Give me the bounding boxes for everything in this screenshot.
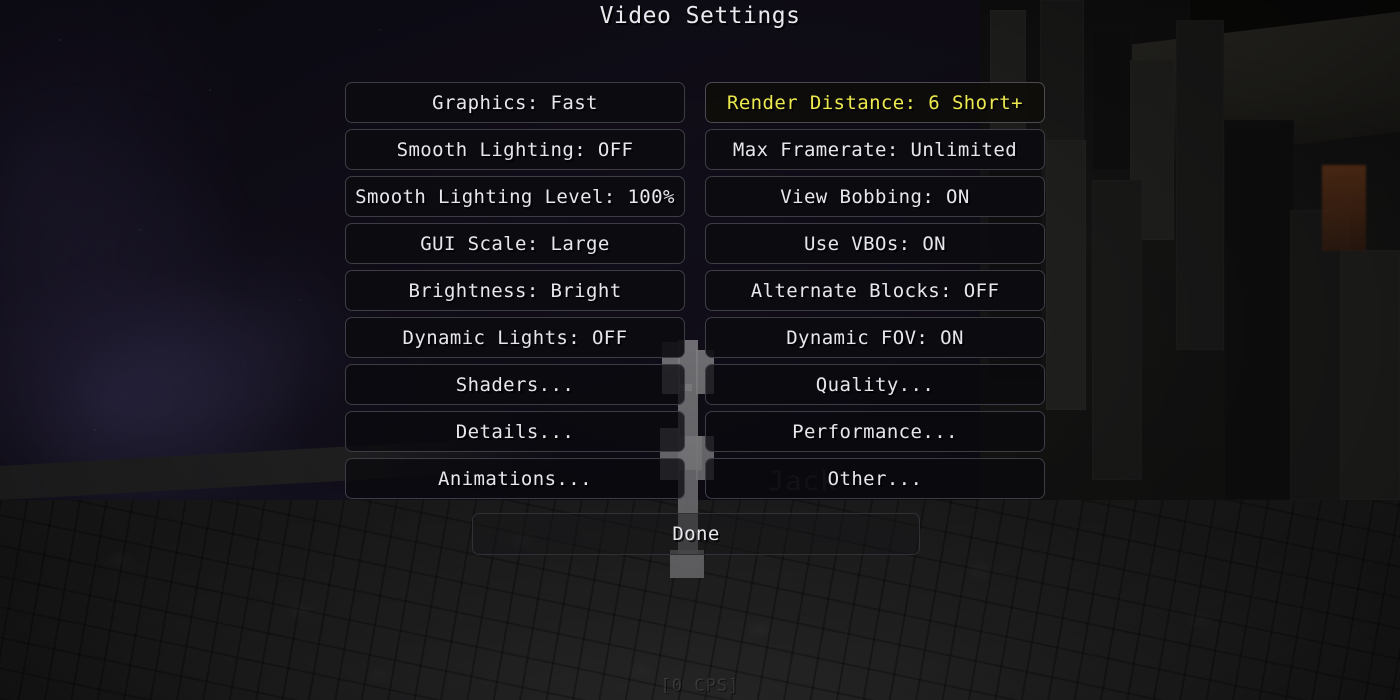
done-button-wrap: Done [472, 513, 920, 555]
option-button-performance[interactable]: Performance... [705, 411, 1045, 452]
option-button-smooth-lighting-level[interactable]: Smooth Lighting Level: 100% [345, 176, 685, 217]
cps-counter: [0 CPS] [660, 676, 740, 696]
option-button-alternate-blocks[interactable]: Alternate Blocks: OFF [705, 270, 1045, 311]
option-button-view-bobbing[interactable]: View Bobbing: ON [705, 176, 1045, 217]
option-button-render-distance[interactable]: Render Distance: 6 Short+ [705, 82, 1045, 123]
done-button[interactable]: Done [472, 513, 920, 555]
option-button-graphics[interactable]: Graphics: Fast [345, 82, 685, 123]
options-column-right: Render Distance: 6 Short+ Max Framerate: … [705, 82, 1045, 505]
option-button-other[interactable]: Other... [705, 458, 1045, 499]
option-button-gui-scale[interactable]: GUI Scale: Large [345, 223, 685, 264]
options-column-left: Graphics: Fast Smooth Lighting: OFF Smooth… [345, 82, 685, 505]
option-button-shaders[interactable]: Shaders... [345, 364, 685, 405]
video-settings-screen: Jack Video Settings Graphics: FastSmooth… [0, 0, 1400, 700]
page-title: Video Settings [599, 3, 801, 29]
option-button-quality[interactable]: Quality... [705, 364, 1045, 405]
settings-menu: Video Settings Graphics: Fast Smooth Ligh… [0, 0, 1400, 700]
option-button-dynamic-lights[interactable]: Dynamic Lights: OFF [345, 317, 685, 358]
option-button-details[interactable]: Details... [345, 411, 685, 452]
option-button-max-framerate[interactable]: Max Framerate: Unlimited [705, 129, 1045, 170]
option-button-brightness[interactable]: Brightness: Bright [345, 270, 685, 311]
option-button-smooth-lighting[interactable]: Smooth Lighting: OFF [345, 129, 685, 170]
option-button-animations[interactable]: Animations... [345, 458, 685, 499]
option-button-use-vbos[interactable]: Use VBOs: ON [705, 223, 1045, 264]
option-button-dynamic-fov[interactable]: Dynamic FOV: ON [705, 317, 1045, 358]
